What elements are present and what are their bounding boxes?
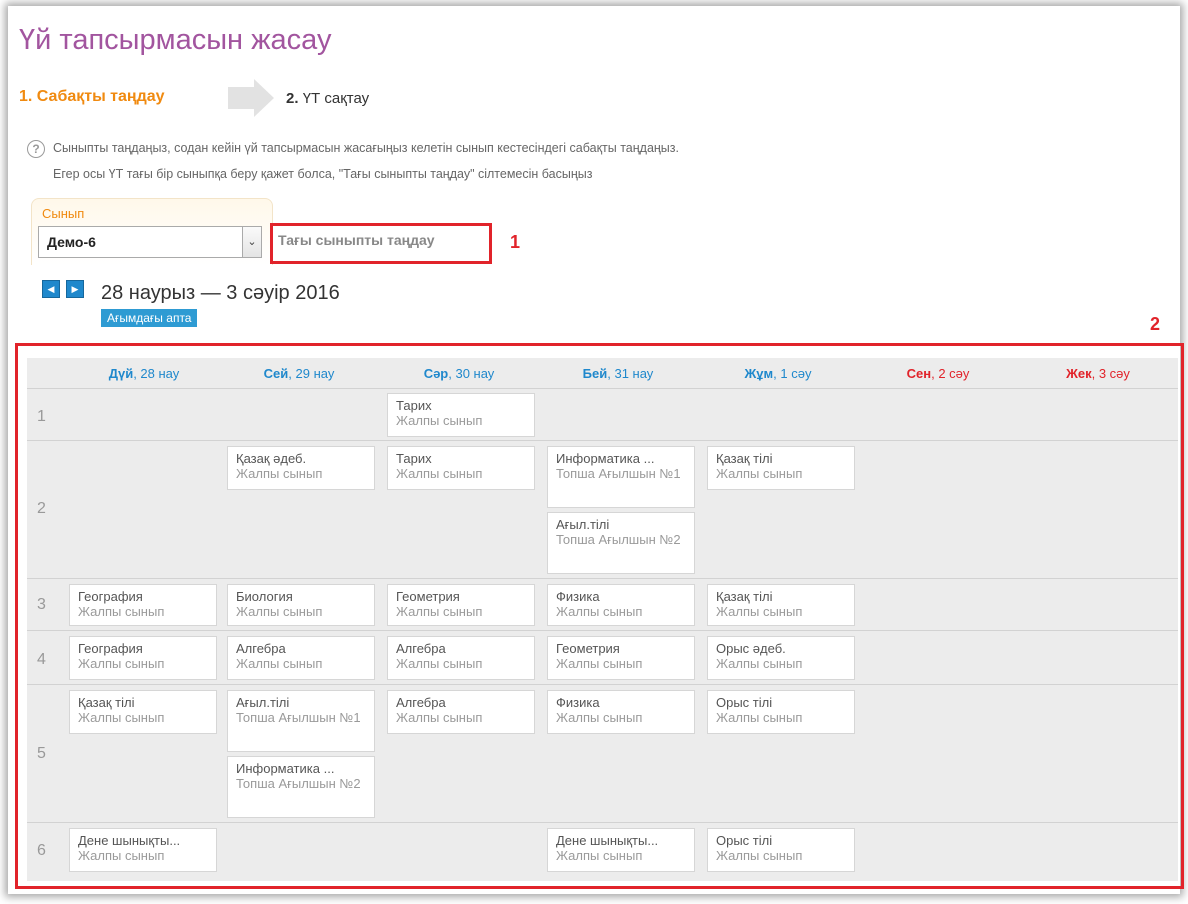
week-date-range: 28 наурыз — 3 сәуір 2016	[101, 282, 340, 304]
step-select-lesson: 1. Сабақты таңдау	[19, 88, 165, 105]
lesson-card[interactable]: Қазақ әдеб. Жалпы сынып	[227, 446, 375, 490]
row-divider	[27, 684, 1178, 685]
day-header: Бей, 31 нау	[582, 366, 654, 381]
day-header: Сей, 29 нау	[263, 366, 335, 381]
lesson-card[interactable]: Тарих Жалпы сынып	[387, 393, 535, 437]
lesson-card[interactable]: Ағыл.тілі Топша Ағылшын №2	[547, 512, 695, 574]
lesson-number: 2	[37, 500, 46, 517]
day-header-weekend: Сен, 2 сәу	[906, 366, 970, 381]
annotation-number-1: 1	[510, 232, 521, 252]
lesson-card[interactable]: Орыс тілі Жалпы сынып	[707, 690, 855, 734]
step-arrow-icon	[228, 79, 274, 117]
lesson-number: 1	[37, 408, 46, 425]
day-header: Сәр, 30 нау	[423, 366, 495, 381]
lesson-card[interactable]: География Жалпы сынып	[69, 636, 217, 680]
row-divider	[27, 630, 1178, 631]
day-header-weekend: Жек, 3 сәу	[1066, 366, 1130, 381]
lesson-card[interactable]: Алгебра Жалпы сынып	[387, 636, 535, 680]
row-divider	[27, 440, 1178, 441]
help-icon: ?	[27, 140, 45, 158]
help-text-line2: Егер осы ҮТ тағы бір сыныпқа беру қажет …	[53, 167, 593, 181]
help-text-line1: Сыныпты таңдаңыз, содан кейін үй тапсырм…	[53, 141, 679, 155]
lesson-card[interactable]: Физика Жалпы сынып	[547, 584, 695, 626]
lesson-card[interactable]: Геометрия Жалпы сынып	[387, 584, 535, 626]
day-header: Дүй, 28 нау	[108, 366, 180, 381]
lesson-card[interactable]: Орыс тілі Жалпы сынып	[707, 828, 855, 872]
lesson-card[interactable]: Физика Жалпы сынып	[547, 690, 695, 734]
day-header: Жұм, 1 сәу	[744, 366, 812, 381]
prev-week-icon[interactable]: ◀	[42, 280, 60, 298]
lesson-card[interactable]: Дене шынықты... Жалпы сынып	[547, 828, 695, 872]
lesson-card[interactable]: Қазақ тілі Жалпы сынып	[707, 584, 855, 626]
lesson-card[interactable]: География Жалпы сынып	[69, 584, 217, 626]
lesson-card[interactable]: Қазақ тілі Жалпы сынып	[69, 690, 217, 734]
row-divider	[27, 578, 1178, 579]
class-label: Сынып	[42, 206, 85, 221]
lesson-card[interactable]: Орыс әдеб. Жалпы сынып	[707, 636, 855, 680]
page-title: Үй тапсырмасын жасау	[19, 24, 332, 56]
lesson-card[interactable]: Алгебра Жалпы сынып	[227, 636, 375, 680]
lesson-number: 6	[37, 842, 46, 859]
class-select[interactable]: Демо-6 ⌄	[38, 226, 262, 258]
choose-another-class-link[interactable]: Тағы сыныпты таңдау	[278, 232, 435, 248]
lesson-card[interactable]: Алгебра Жалпы сынып	[387, 690, 535, 734]
lesson-number: 3	[37, 596, 46, 613]
row-divider	[27, 822, 1178, 823]
step-save-homework: 2. ҮТ сақтау	[286, 90, 370, 107]
current-week-badge[interactable]: Ағымдағы апта	[101, 309, 198, 327]
lesson-card[interactable]: Геометрия Жалпы сынып	[547, 636, 695, 680]
lesson-card[interactable]: Қазақ тілі Жалпы сынып	[707, 446, 855, 490]
annotation-number-2: 2	[1150, 314, 1161, 334]
lesson-number: 5	[37, 745, 46, 762]
lesson-card[interactable]: Информатика ... Топша Ағылшын №2	[227, 756, 375, 818]
lesson-card[interactable]: Информатика ... Топша Ағылшын №1	[547, 446, 695, 508]
class-select-value: Демо-6	[47, 234, 96, 250]
lesson-card[interactable]: Биология Жалпы сынып	[227, 584, 375, 626]
lesson-card[interactable]: Ағыл.тілі Топша Ағылшын №1	[227, 690, 375, 752]
lesson-card[interactable]: Дене шынықты... Жалпы сынып	[69, 828, 217, 872]
lesson-card[interactable]: Тарих Жалпы сынып	[387, 446, 535, 490]
lesson-number: 4	[37, 651, 46, 668]
chevron-down-icon[interactable]: ⌄	[242, 227, 261, 257]
next-week-icon[interactable]: ▶	[66, 280, 84, 298]
row-divider	[27, 388, 1178, 389]
